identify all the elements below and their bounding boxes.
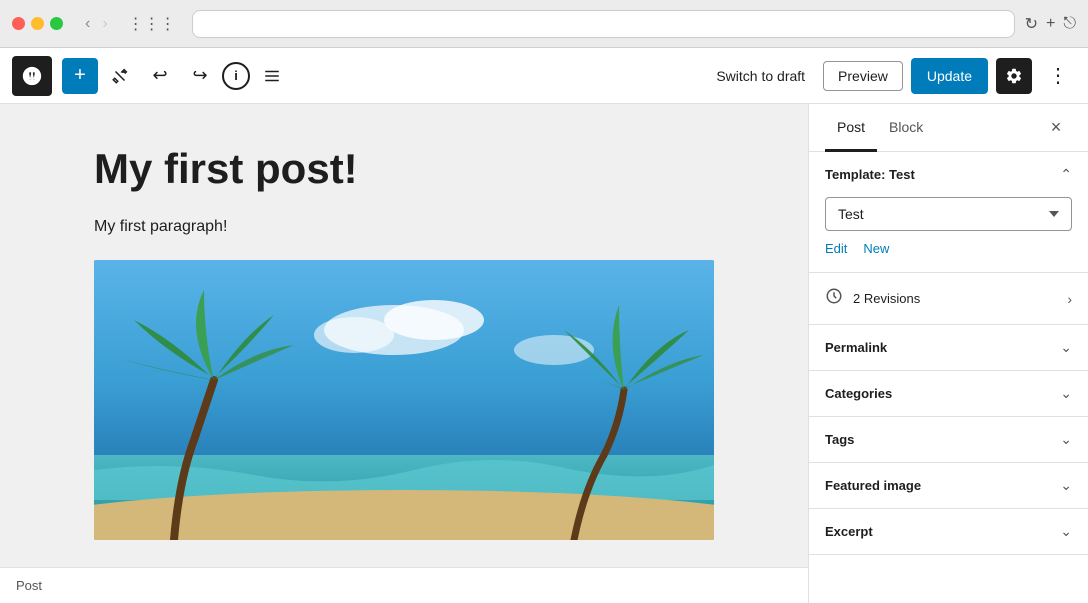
tags-chevron-down-icon: ⌄	[1060, 431, 1072, 448]
featured-image-chevron-down-icon: ⌄	[1060, 477, 1072, 494]
wp-logo[interactable]: W	[12, 56, 52, 96]
close-traffic-light[interactable]	[12, 17, 25, 30]
browser-actions: ↻ + ⎋	[1025, 14, 1076, 34]
more-options-button[interactable]: ⋮	[1040, 58, 1076, 94]
list-view-button[interactable]	[254, 58, 290, 94]
svg-text:W: W	[28, 71, 37, 81]
tools-icon	[111, 67, 129, 85]
redo-button[interactable]: ↪	[182, 58, 218, 94]
toolbar-right: Switch to draft Preview Update ⋮	[706, 58, 1076, 94]
categories-section: Categories ⌄	[809, 371, 1088, 417]
status-label: Post	[16, 578, 42, 593]
undo-button[interactable]: ↩	[142, 58, 178, 94]
forward-button[interactable]: ›	[98, 13, 111, 35]
permalink-title: Permalink	[825, 340, 1060, 355]
settings-icon	[1005, 67, 1023, 85]
excerpt-section: Excerpt ⌄	[809, 509, 1088, 555]
post-image	[94, 260, 714, 540]
switch-to-draft-button[interactable]: Switch to draft	[706, 62, 815, 90]
revisions-label: 2 Revisions	[853, 291, 1067, 306]
revisions-icon	[825, 287, 843, 310]
tab-block[interactable]: Block	[877, 105, 935, 152]
reload-button[interactable]: ↻	[1025, 14, 1038, 34]
add-block-button[interactable]: +	[62, 58, 98, 94]
minimize-traffic-light[interactable]	[31, 17, 44, 30]
editor-canvas[interactable]: My first post! My first paragraph!	[0, 104, 808, 603]
template-body: Test Edit New	[809, 197, 1088, 272]
wp-logo-icon: W	[21, 65, 43, 87]
sidebar-close-button[interactable]: ×	[1040, 112, 1072, 144]
template-section-title: Template: Test	[825, 167, 1060, 182]
template-edit-link[interactable]: Edit	[825, 241, 847, 256]
permalink-section: Permalink ⌄	[809, 325, 1088, 371]
permalink-chevron-down-icon: ⌄	[1060, 339, 1072, 356]
categories-title: Categories	[825, 386, 1060, 401]
post-content: My first post! My first paragraph!	[94, 144, 714, 540]
revisions-row[interactable]: 2 Revisions ›	[809, 273, 1088, 325]
status-bar: Post	[0, 567, 808, 603]
post-title[interactable]: My first post!	[94, 144, 714, 194]
excerpt-header[interactable]: Excerpt ⌄	[809, 509, 1088, 554]
excerpt-title: Excerpt	[825, 524, 1060, 539]
grid-button[interactable]: ⋮⋮⋮	[122, 12, 182, 36]
template-chevron-up-icon: ⌃	[1060, 166, 1072, 183]
categories-header[interactable]: Categories ⌄	[809, 371, 1088, 416]
post-paragraph[interactable]: My first paragraph!	[94, 218, 714, 236]
tags-section: Tags ⌄	[809, 417, 1088, 463]
featured-image-title: Featured image	[825, 478, 1060, 493]
template-header[interactable]: Template: Test ⌃	[809, 152, 1088, 197]
post-image-svg	[94, 260, 714, 540]
preview-button[interactable]: Preview	[823, 61, 903, 91]
new-tab-button[interactable]: +	[1046, 15, 1055, 33]
info-button[interactable]: i	[222, 62, 250, 90]
list-view-icon	[263, 67, 281, 85]
tags-title: Tags	[825, 432, 1060, 447]
featured-image-header[interactable]: Featured image ⌄	[809, 463, 1088, 508]
template-section: Template: Test ⌃ Test Edit New	[809, 152, 1088, 273]
fullscreen-traffic-light[interactable]	[50, 17, 63, 30]
tools-button[interactable]	[102, 58, 138, 94]
tags-header[interactable]: Tags ⌄	[809, 417, 1088, 462]
back-button[interactable]: ‹	[81, 13, 94, 35]
revisions-chevron-icon: ›	[1067, 291, 1072, 307]
nav-buttons: ‹ ›	[81, 13, 112, 35]
template-links: Edit New	[825, 241, 1072, 256]
share-button[interactable]: ⎋	[1063, 15, 1076, 33]
traffic-lights	[12, 17, 63, 30]
template-select[interactable]: Test	[825, 197, 1072, 231]
excerpt-chevron-down-icon: ⌄	[1060, 523, 1072, 540]
categories-chevron-down-icon: ⌄	[1060, 385, 1072, 402]
editor-sidebar: Post Block × Template: Test ⌃ Test Edit …	[808, 104, 1088, 603]
sidebar-tabs: Post Block ×	[809, 104, 1088, 152]
toolbar: W + ↩ ↪ i Switch to draft Preview Update	[0, 48, 1088, 104]
permalink-header[interactable]: Permalink ⌄	[809, 325, 1088, 370]
address-bar[interactable]	[192, 10, 1015, 38]
featured-image-section: Featured image ⌄	[809, 463, 1088, 509]
update-button[interactable]: Update	[911, 58, 988, 94]
browser-chrome: ‹ › ⋮⋮⋮ ↻ + ⎋	[0, 0, 1088, 48]
wp-editor: W + ↩ ↪ i Switch to draft Preview Update	[0, 48, 1088, 603]
template-new-link[interactable]: New	[863, 241, 889, 256]
editor-main: My first post! My first paragraph!	[0, 104, 1088, 603]
tab-post[interactable]: Post	[825, 105, 877, 152]
settings-button[interactable]	[996, 58, 1032, 94]
